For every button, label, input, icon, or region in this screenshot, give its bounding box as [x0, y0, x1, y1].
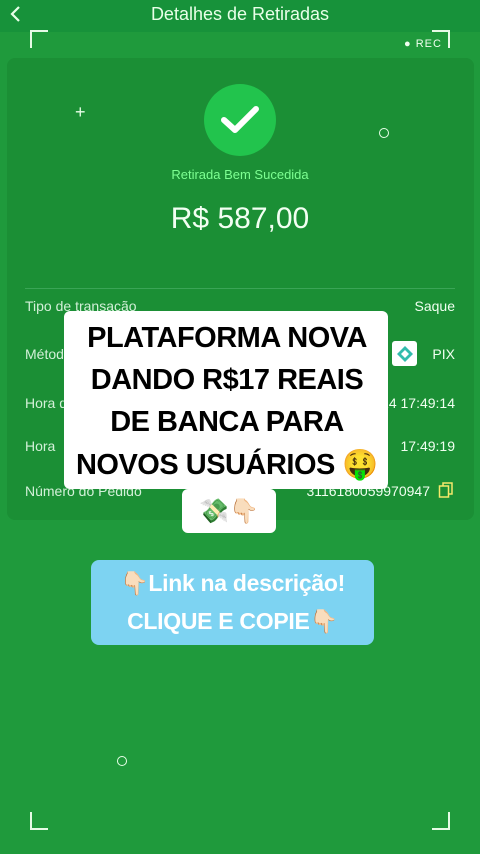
divider: [25, 288, 455, 289]
circle-icon: [117, 756, 127, 766]
cta-line-2: CLIQUE E COPIE👇🏻: [127, 608, 338, 634]
circle-icon: [379, 128, 389, 138]
top-bar: Detalhes de Retiradas: [0, 0, 480, 32]
status-text: Retirada Bem Sucedida: [171, 167, 309, 182]
promo-line-1: PLATAFORMA NOVA: [87, 322, 367, 354]
frame-corner-bottom-right: [432, 812, 450, 830]
promo-line-4: NOVOS USUÁRIOS 🤑: [75, 449, 379, 481]
page-title: Detalhes de Retiradas: [150, 4, 330, 24]
copy-icon[interactable]: [438, 482, 454, 498]
withdrawal-amount: R$ 587,00: [170, 202, 310, 235]
frame-corner-top-left: [30, 30, 48, 48]
row-value-transaction-type: Saque: [414, 298, 455, 314]
frame-corner-bottom-left: [30, 812, 48, 830]
promo-line-2: DANDO R$17 REAIS: [90, 364, 364, 396]
plus-icon: +: [75, 102, 86, 122]
rec-label: REC: [415, 38, 442, 50]
rec-indicator: ● REC: [404, 38, 442, 50]
promo-line-3: DE BANCA PARA: [110, 406, 344, 438]
success-check-icon: [204, 84, 276, 156]
promo-emoji-line: 💸👇🏻: [182, 489, 276, 533]
cta-line-1: 👇🏻Link na descrição!: [120, 570, 345, 596]
